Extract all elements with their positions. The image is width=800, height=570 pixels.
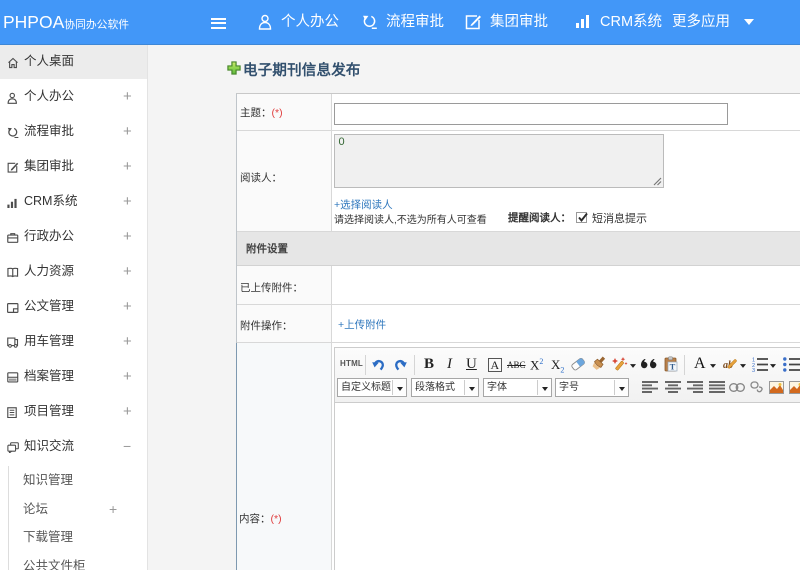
svg-text:3: 3 bbox=[752, 368, 755, 372]
svg-text:T: T bbox=[670, 362, 676, 372]
